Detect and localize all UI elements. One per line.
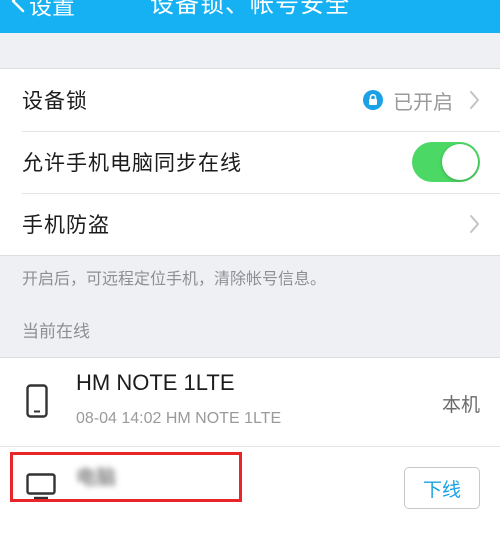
sync-online-label: 允许手机电脑同步在线 (22, 151, 242, 175)
online-devices-list: HM NOTE 1LTE 08-04 14:02 HM NOTE 1LTE 本机… (0, 357, 500, 535)
lock-icon (363, 90, 383, 110)
device-name: HM NOTE 1LTE (76, 370, 235, 395)
highlight-annotation-box (10, 452, 242, 502)
chevron-right-icon (469, 214, 480, 234)
anti-theft-label: 手机防盗 (22, 213, 110, 237)
online-section-title: 当前在线 (22, 322, 90, 342)
phone-icon (26, 384, 48, 418)
page-title: 设备锁、帐号安全 (150, 0, 350, 18)
toggle-knob (442, 144, 478, 180)
device-lock-status: 已开启 (393, 89, 453, 114)
sync-online-toggle[interactable] (412, 142, 480, 182)
settings-group: 设备锁 已开启 允许手机电脑同步在线 手机防盗 (0, 68, 500, 256)
anti-theft-hint: 开启后，可远程定位手机，清除帐号信息。 (22, 269, 327, 288)
chevron-right-icon (469, 90, 480, 110)
this-device-tag: 本机 (441, 394, 480, 416)
top-bar: 设置 设备锁、帐号安全 (0, 0, 500, 33)
device-lock-row[interactable]: 设备锁 已开启 (0, 69, 500, 131)
sync-online-row: 允许手机电脑同步在线 (0, 131, 500, 193)
device-login-time: 08-04 14:02 HM NOTE 1LTE (76, 410, 282, 427)
anti-theft-row[interactable]: 手机防盗 (0, 193, 500, 255)
device-lock-label: 设备锁 (22, 89, 88, 113)
device-row-phone: HM NOTE 1LTE 08-04 14:02 HM NOTE 1LTE 本机 (0, 358, 500, 446)
offline-button[interactable]: 下线 (404, 467, 480, 509)
